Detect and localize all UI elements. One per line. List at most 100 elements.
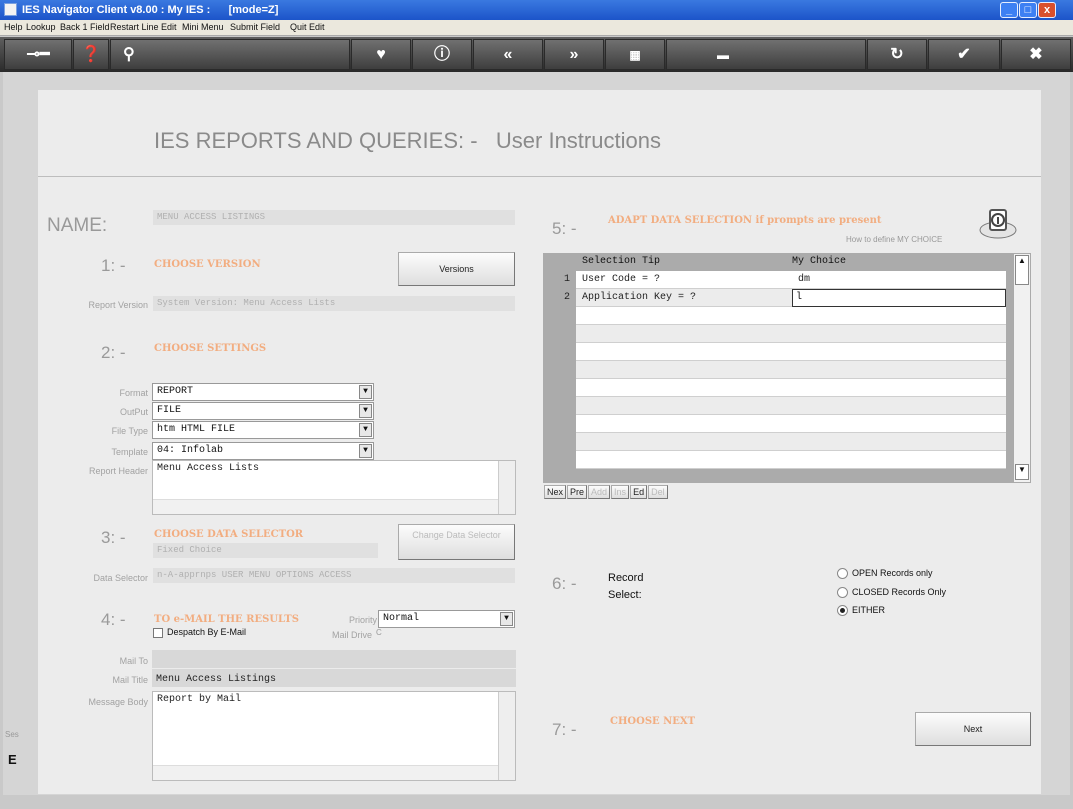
table-row[interactable]	[576, 397, 1006, 415]
data-selector-field[interactable]: n-A-apprnps USER MENU OPTIONS ACCESS	[153, 568, 515, 583]
format-select[interactable]: REPORT ▼	[152, 383, 374, 401]
table-row[interactable]: 1 User Code = ? dm	[564, 271, 1006, 289]
table-row[interactable]	[576, 451, 1006, 469]
insert-row-button[interactable]: Ins	[611, 485, 630, 499]
table-row[interactable]	[576, 415, 1006, 433]
radio-closed-label[interactable]: CLOSED Records Only	[852, 587, 946, 597]
section-7-title: CHOOSE NEXT	[610, 716, 696, 727]
mail-to-label: Mail To	[119, 656, 148, 666]
chevron-down-icon[interactable]: ▼	[359, 444, 372, 458]
grid-scrollbar[interactable]: ▲ ▼	[1013, 253, 1031, 483]
name-field[interactable]: MENU ACCESS LISTINGS	[153, 210, 515, 225]
menu-restart-line-edit[interactable]: Restart Line Edit	[110, 22, 177, 32]
page-title: IES REPORTS AND QUERIES: - User Instruct…	[154, 128, 661, 153]
chevron-down-icon[interactable]: ▼	[1015, 464, 1029, 480]
message-body-textarea[interactable]: Report by Mail	[152, 691, 516, 781]
forward-icon[interactable]: »	[544, 39, 604, 70]
row-choice[interactable]: dm	[798, 274, 810, 285]
data-selector-choice[interactable]: Fixed Choice	[153, 543, 378, 558]
printer-icon[interactable]: ▬	[666, 39, 866, 70]
prev-row-button[interactable]: Pre	[567, 485, 588, 499]
table-row[interactable]	[576, 361, 1006, 379]
report-header-value: Menu Access Lists	[157, 463, 260, 474]
menu-quit-edit[interactable]: Quit Edit	[290, 22, 325, 32]
record-label: Record	[608, 572, 644, 584]
radio-open[interactable]	[837, 568, 848, 579]
mail-title-label: Mail Title	[112, 675, 148, 685]
info-book-icon[interactable]	[976, 206, 1020, 240]
scrollbar[interactable]	[153, 499, 498, 514]
change-data-selector-button[interactable]: Change Data Selector	[398, 524, 515, 560]
table-row[interactable]	[576, 325, 1006, 343]
search-icon[interactable]: ⚲	[110, 39, 350, 70]
close-icon[interactable]: ✖	[1001, 39, 1071, 70]
divider	[38, 176, 1041, 177]
chevron-down-icon[interactable]: ▼	[359, 385, 372, 399]
output-select[interactable]: FILE ▼	[152, 402, 374, 420]
menu-mini-menu[interactable]: Mini Menu	[182, 22, 224, 32]
template-select[interactable]: 04: Infolab ▼	[152, 442, 374, 460]
maximize-button[interactable]: □	[1019, 2, 1037, 18]
section-7-number: 7: -	[552, 720, 577, 739]
chevron-up-icon[interactable]: ▲	[1015, 255, 1029, 285]
check-icon[interactable]: ✔	[928, 39, 1000, 70]
scrollbar[interactable]	[498, 461, 515, 514]
mail-drive-value[interactable]: C	[376, 628, 382, 637]
how-to-link[interactable]: How to define MY CHOICE	[846, 235, 942, 244]
versions-button[interactable]: Versions	[398, 252, 515, 286]
table-row[interactable]	[576, 343, 1006, 361]
delete-row-button[interactable]: Del	[648, 485, 668, 499]
app-icon	[4, 3, 17, 16]
priority-select[interactable]: Normal ▼	[378, 610, 515, 628]
key-icon[interactable]: ⊸━	[4, 39, 72, 70]
report-version-field[interactable]: System Version: Menu Access Lists	[153, 296, 515, 311]
report-header-label: Report Header	[88, 466, 148, 476]
menu-submit-field[interactable]: Submit Field	[230, 22, 280, 32]
priority-value: Normal	[383, 613, 420, 624]
data-selector-label: Data Selector	[93, 573, 148, 583]
info-icon[interactable]: ⓘ	[412, 39, 472, 70]
left-edge-tiny: Ses	[5, 730, 19, 739]
section-1-number: 1: -	[101, 256, 126, 275]
output-label: OutPut	[119, 407, 148, 417]
help-icon[interactable]: ❓	[73, 39, 109, 70]
heart-icon[interactable]: ♥	[351, 39, 411, 70]
table-row[interactable]	[576, 433, 1006, 451]
chevron-down-icon[interactable]: ▼	[359, 404, 372, 418]
menu-back-field[interactable]: Back 1 Field	[60, 22, 110, 32]
file-type-select[interactable]: htm HTML FILE ▼	[152, 421, 374, 439]
edit-row-button[interactable]: Ed	[630, 485, 648, 499]
refresh-icon[interactable]: ↻	[867, 39, 927, 70]
minimize-button[interactable]: _	[1000, 2, 1018, 18]
row-choice-input[interactable]: l	[792, 289, 1006, 307]
radio-closed[interactable]	[837, 587, 848, 598]
calendar-icon[interactable]: ▦	[605, 39, 665, 70]
rewind-icon[interactable]: «	[473, 39, 543, 70]
scrollbar[interactable]	[153, 765, 498, 780]
selection-grid[interactable]: Selection Tip My Choice 1 User Code = ? …	[543, 253, 1013, 483]
mail-title-field[interactable]: Menu Access Listings	[152, 669, 516, 687]
menu-help[interactable]: Help	[4, 22, 23, 32]
section-3-title: CHOOSE DATA SELECTOR	[154, 529, 304, 540]
mail-to-field[interactable]	[152, 650, 516, 668]
radio-open-label[interactable]: OPEN Records only	[852, 568, 933, 578]
radio-either[interactable]	[837, 605, 848, 616]
menu-lookup[interactable]: Lookup	[26, 22, 56, 32]
table-row[interactable]: 2 Application Key = ? l	[564, 289, 1006, 307]
chevron-down-icon[interactable]: ▼	[500, 612, 513, 626]
priority-label: Priority	[348, 615, 377, 625]
next-button[interactable]: Next	[915, 712, 1031, 746]
grid-nav: Nex Pre Add Ins Ed Del	[544, 485, 668, 499]
despatch-checkbox[interactable]	[153, 628, 163, 638]
table-row[interactable]	[576, 307, 1006, 325]
table-row[interactable]	[576, 379, 1006, 397]
format-label: Format	[119, 388, 148, 398]
scrollbar[interactable]	[498, 692, 515, 780]
chevron-down-icon[interactable]: ▼	[359, 423, 372, 437]
report-header-textarea[interactable]: Menu Access Lists	[152, 460, 516, 515]
next-row-button[interactable]: Nex	[544, 485, 567, 499]
close-window-button[interactable]: x	[1038, 2, 1056, 18]
radio-either-label[interactable]: EITHER	[852, 605, 885, 615]
col-my-choice: My Choice	[792, 256, 847, 267]
add-row-button[interactable]: Add	[588, 485, 611, 499]
